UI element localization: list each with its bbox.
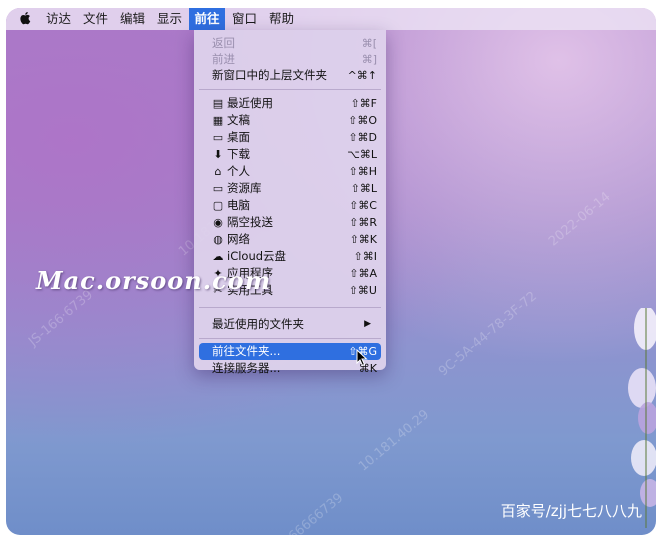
watermark-text: 66666739 [286,490,347,535]
menu-item-network[interactable]: ◍ 网络 ⇧⌘K [199,231,381,248]
menu-item-recents[interactable]: ▤ 最近使用 ⇧⌘F [199,95,381,112]
icloud-icon: ☁ [212,250,224,263]
watermark-text: JS-166·6739 [26,287,97,350]
menu-help[interactable]: 帮助 [265,8,298,30]
menu-bar: 访达 文件 编辑 显示 前往 窗口 帮助 [6,8,656,30]
mouse-cursor-icon [356,349,368,367]
library-icon: ▭ [212,182,224,195]
menu-item-enclosing-folder[interactable]: 新窗口中的上层文件夹 ^⌘↑ [199,67,381,84]
watermark-text: 2022-06-14 [546,189,614,250]
menu-separator [199,89,381,90]
flower-decoration [628,308,656,528]
menu-edit[interactable]: 编辑 [116,8,149,30]
home-icon: ⌂ [214,165,222,178]
menu-item-downloads[interactable]: ⬇ 下载 ⌥⌘L [199,146,381,163]
menu-item-airdrop[interactable]: ◉ 隔空投送 ⇧⌘R [199,214,381,231]
menu-item-desktop[interactable]: ▭ 桌面 ⇧⌘D [199,129,381,146]
airdrop-icon: ◉ [213,216,223,229]
recents-icon: ▤ [212,97,224,110]
apple-menu-icon[interactable] [16,8,36,30]
menu-item-forward[interactable]: 前进 ⌘] [199,51,381,68]
computer-icon: ▢ [212,199,224,212]
menu-file[interactable]: 文件 [79,8,112,30]
menu-finder[interactable]: 访达 [42,8,75,30]
menu-window[interactable]: 窗口 [228,8,261,30]
menu-item-computer[interactable]: ▢ 电脑 ⇧⌘C [199,197,381,214]
watermark-logo: Mac.orsoon.com [36,266,272,295]
documents-icon: ▦ [212,114,224,127]
menu-view[interactable]: 显示 [153,8,186,30]
submenu-arrow-icon: ▶ [364,319,371,329]
desktop: 10.181.40.29 JS-166·6739 9C-5A-44-78-3F-… [6,8,656,535]
menu-item-documents[interactable]: ▦ 文稿 ⇧⌘O [199,112,381,129]
go-menu-dropdown: 返回 ⌘[ 前进 ⌘] 新窗口中的上层文件夹 ^⌘↑ ▤ 最近使用 ⇧⌘F ▦ … [194,30,386,375]
menu-item-go-to-folder[interactable]: 前往文件夹... ⇧⌘G [199,343,381,360]
menu-item-back[interactable]: 返回 ⌘[ [199,35,381,52]
menu-item-library[interactable]: ▭ 资源库 ⇧⌘L [199,180,381,197]
menu-separator [199,307,381,308]
watermark-text: 9C-5A-44-78-3F-72 [436,288,540,380]
menu-item-icloud[interactable]: ☁ iCloud云盘 ⇧⌘I [199,248,381,265]
watermark-credit: 百家号/zjj七七八八九 [500,502,642,520]
menu-item-connect-server[interactable]: 连接服务器... ⌘K [199,360,381,377]
downloads-icon: ⬇ [213,148,223,161]
network-icon: ◍ [213,233,223,246]
menu-item-home[interactable]: ⌂ 个人 ⇧⌘H [199,163,381,180]
desktop-icon: ▭ [212,131,224,144]
menu-go[interactable]: 前往 [189,8,225,30]
menu-separator [199,338,381,339]
watermark-text: 10.181.40.29 [356,407,433,475]
menu-item-recent-folders[interactable]: 最近使用的文件夹 ▶ [199,316,381,333]
